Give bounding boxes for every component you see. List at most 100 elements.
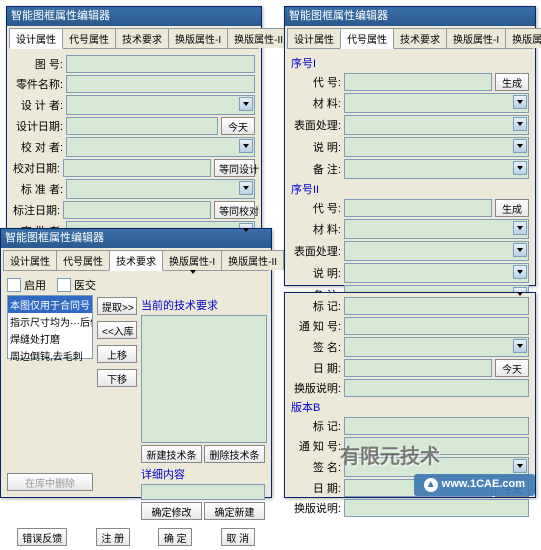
tabstrip: 设计属性 代号属性 技术要求 换版属性-I 换版属性-II — [287, 28, 533, 49]
medical-checkbox[interactable] — [57, 278, 71, 292]
tab-rev1[interactable]: 换版属性-I — [446, 28, 506, 48]
field-label: 设计日期: — [13, 118, 63, 134]
tab-design[interactable]: 设计属性 — [287, 28, 341, 48]
field-label: 签 名: — [291, 459, 341, 475]
text-input[interactable] — [66, 75, 255, 93]
detail-input[interactable] — [141, 484, 265, 500]
extract-button[interactable]: 提取>> — [97, 297, 137, 315]
group-label-1: 序号I — [291, 55, 529, 71]
combo-input[interactable] — [344, 337, 529, 357]
titlebar: 智能图框属性编辑器 — [7, 7, 261, 26]
tab-code[interactable]: 代号属性 — [56, 250, 110, 270]
tab-code[interactable]: 代号属性 — [62, 28, 116, 48]
field-label: 校 对 者: — [13, 139, 63, 155]
field-label: 代 号: — [291, 74, 341, 90]
new-tech-button[interactable]: 新建技术条 — [141, 445, 202, 463]
text-input[interactable] — [344, 199, 492, 217]
store-button[interactable]: <<入库 — [97, 321, 137, 339]
field-label: 表面处理: — [291, 243, 341, 259]
aux-button[interactable]: 等同设计 — [214, 159, 255, 177]
text-input[interactable] — [344, 359, 492, 377]
logo-text: www.1CAE.com — [442, 478, 525, 490]
combo-input[interactable] — [344, 93, 529, 113]
aux-button[interactable]: 今天 — [221, 117, 255, 135]
text-input[interactable] — [63, 159, 211, 177]
feedback-button[interactable]: 错误反馈 — [17, 528, 67, 546]
field-label: 标 记: — [291, 298, 341, 314]
ok-button[interactable]: 确 定 — [158, 528, 192, 546]
field-label: 说 明: — [291, 265, 341, 281]
tech-textarea[interactable] — [141, 315, 267, 443]
field-label: 材 料: — [291, 221, 341, 237]
confirm-new-button[interactable]: 确定新建 — [204, 502, 265, 520]
field-label: 换版说明: — [291, 380, 341, 396]
field-label: 换版说明: — [291, 500, 341, 516]
aux-button[interactable]: 等同校对 — [214, 201, 255, 219]
register-button[interactable]: 注 册 — [96, 528, 130, 546]
text-input[interactable] — [66, 55, 255, 73]
cancel-button[interactable]: 取 消 — [221, 528, 255, 546]
text-input[interactable] — [66, 117, 218, 135]
tab-design[interactable]: 设计属性 — [9, 28, 63, 49]
field-label: 标 准 者: — [13, 181, 63, 197]
tab-rev2[interactable]: 换版属性-II — [505, 28, 541, 48]
tab-tech[interactable]: 技术要求 — [115, 28, 169, 48]
combo-input[interactable] — [344, 263, 529, 283]
text-input[interactable] — [344, 437, 529, 455]
list-item[interactable]: 周边倒钝,去毛刺 — [8, 347, 92, 364]
tab-rev1[interactable]: 换版属性-I — [162, 250, 222, 270]
aux-button[interactable]: 今天 — [495, 359, 529, 377]
tech-listbox[interactable]: 本图仅用于合同号指示尺寸均为···后件机焊缝处打磨周边倒钝,去毛刺 — [7, 295, 93, 359]
delete-in-lib-button[interactable]: 在库中删除 — [7, 473, 93, 491]
list-item[interactable]: 本图仅用于合同号 — [8, 296, 92, 313]
field-label: 图 号: — [13, 56, 63, 72]
movedown-button[interactable]: 下移 — [97, 369, 137, 387]
text-input[interactable] — [344, 379, 529, 397]
field-label: 日 期: — [291, 360, 341, 376]
field-label: 校对日期: — [13, 160, 60, 176]
field-label: 通 知 号: — [291, 438, 341, 454]
enable-checkbox[interactable] — [7, 278, 21, 292]
version-b-label: 版本B — [291, 399, 529, 415]
list-item[interactable]: 焊缝处打磨 — [8, 330, 92, 347]
tab-rev2[interactable]: 换版属性-II — [221, 250, 284, 270]
aux-button[interactable]: 生成 — [495, 199, 529, 217]
combo-input[interactable] — [344, 137, 529, 157]
field-label: 签 名: — [291, 339, 341, 355]
button-row: 错误反馈 注 册 确 定 取 消 — [1, 524, 271, 550]
del-tech-button[interactable]: 删除技术条 — [204, 445, 265, 463]
tab-design[interactable]: 设计属性 — [3, 250, 57, 270]
confirm-edit-button[interactable]: 确定修改 — [141, 502, 202, 520]
field-label: 表面处理: — [291, 117, 341, 133]
combo-input[interactable] — [66, 95, 255, 115]
moveup-button[interactable]: 上移 — [97, 345, 137, 363]
text-input[interactable] — [344, 417, 529, 435]
text-input[interactable] — [344, 73, 492, 91]
combo-input[interactable] — [66, 137, 255, 157]
tab-rev2[interactable]: 换版属性-II — [227, 28, 290, 48]
combo-input[interactable] — [344, 241, 529, 261]
tab-tech[interactable]: 技术要求 — [393, 28, 447, 48]
current-tech-label: 当前的技术要求 — [141, 297, 265, 313]
field-label: 备 注: — [291, 161, 341, 177]
field-label: 日 期: — [291, 480, 341, 496]
list-item[interactable]: 指示尺寸均为···后件机 — [8, 313, 92, 330]
tab-code[interactable]: 代号属性 — [340, 28, 394, 49]
text-input[interactable] — [344, 317, 529, 335]
logo-icon: ▲ — [424, 478, 438, 492]
combo-input[interactable] — [344, 219, 529, 239]
text-input[interactable] — [63, 201, 211, 219]
window-design-attrs: 智能图框属性编辑器 设计属性 代号属性 技术要求 换版属性-I 换版属性-II … — [6, 6, 262, 236]
tab-rev1[interactable]: 换版属性-I — [168, 28, 228, 48]
form-body: 启用 医交 本图仅用于合同号指示尺寸均为···后件机焊缝处打磨周边倒钝,去毛刺 … — [1, 271, 271, 524]
aux-button[interactable]: 生成 — [495, 73, 529, 91]
combo-input[interactable] — [344, 159, 529, 179]
tab-tech[interactable]: 技术要求 — [109, 250, 163, 271]
text-input[interactable] — [344, 297, 529, 315]
combo-input[interactable] — [344, 115, 529, 135]
combo-input[interactable] — [66, 179, 255, 199]
enable-label: 启用 — [24, 277, 46, 293]
field-label: 通 知 号: — [291, 318, 341, 334]
titlebar: 智能图框属性编辑器 — [285, 7, 535, 26]
field-label: 设 计 者: — [13, 97, 63, 113]
